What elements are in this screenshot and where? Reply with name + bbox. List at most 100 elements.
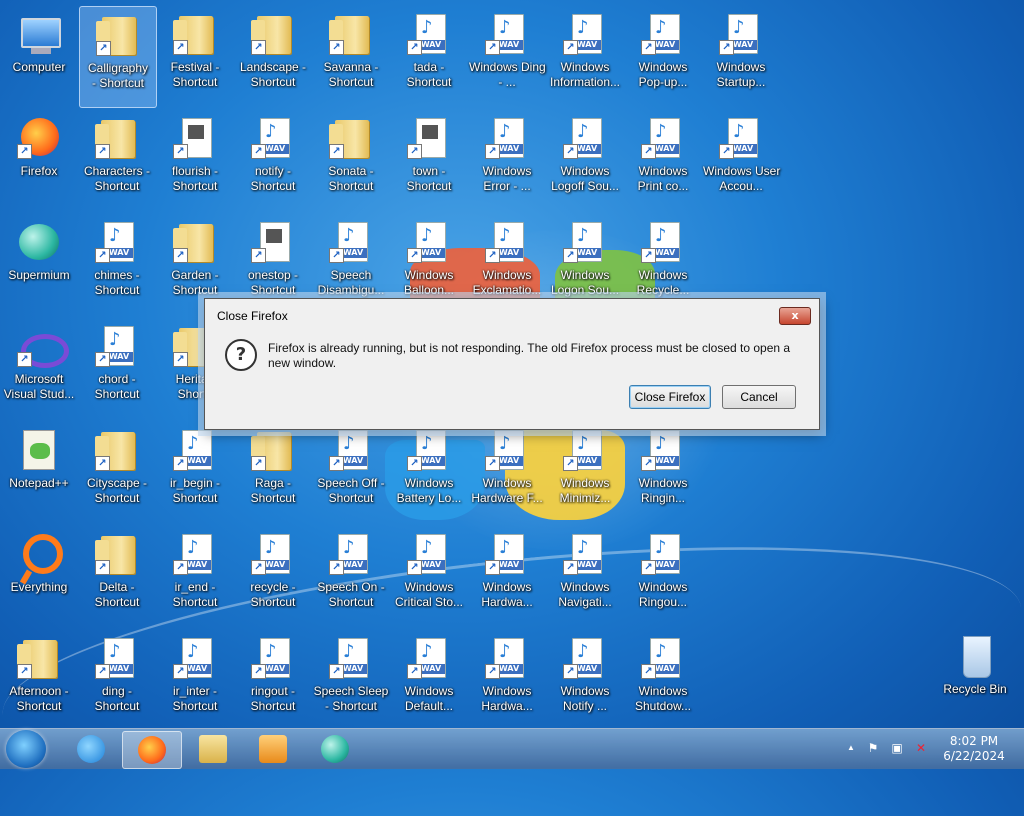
desktop-icon-label: Firefox	[20, 164, 58, 178]
desktop-icon[interactable]: ♪ WAV ↗ Speech Sleep - Shortcut	[313, 630, 389, 730]
desktop-icon-label: Microsoft Visual Stud...	[3, 372, 75, 401]
desktop-icon[interactable]: ↗ Firefox	[1, 110, 77, 210]
desktop-icon-label: Windows Balloon...	[403, 268, 455, 297]
desktop-icon[interactable]: ♪ WAV ↗ Windows Error - ...	[469, 110, 545, 210]
desktop-icon[interactable]: ♪ WAV ↗ notify - Shortcut	[235, 110, 311, 210]
internet-explorer-icon	[77, 735, 105, 763]
shortcut-arrow-icon: ↗	[329, 40, 344, 55]
desktop-icon[interactable]: Everything	[1, 526, 77, 626]
taskbar-supermium[interactable]	[306, 731, 364, 767]
desktop-icon[interactable]: ♪ WAV ↗ Speech Off - Shortcut	[313, 422, 389, 522]
desktop-icon[interactable]: ♪ WAV ↗ chimes - Shortcut	[79, 214, 155, 314]
desktop-icon[interactable]: ↗ Savanna - Shortcut	[313, 6, 389, 106]
shortcut-arrow-icon: ↗	[251, 248, 266, 263]
desktop-icon-label: Windows Battery Lo...	[396, 476, 462, 505]
cancel-button[interactable]: Cancel	[722, 385, 796, 409]
desktop-icon[interactable]: ♪ WAV ↗ Windows Battery Lo...	[391, 422, 467, 522]
shortcut-arrow-icon: ↗	[173, 40, 188, 55]
start-button[interactable]	[6, 730, 46, 768]
desktop-icon-label: ir_inter - Shortcut	[172, 684, 218, 713]
folder-icon: ↗	[93, 530, 141, 578]
audio-file-icon: ♪ WAV ↗	[483, 10, 531, 58]
desktop-icon[interactable]: ♪ WAV ↗ Windows Navigati...	[547, 526, 623, 626]
desktop-icon[interactable]: ↗ Raga - Shortcut	[235, 422, 311, 522]
shortcut-arrow-icon: ↗	[251, 456, 266, 471]
desktop-icon[interactable]: ♪ WAV ↗ ding - Shortcut	[79, 630, 155, 730]
desktop-icon[interactable]: ↗ Delta - Shortcut	[79, 526, 155, 626]
desktop-icon[interactable]: Supermium	[1, 214, 77, 314]
desktop-icon[interactable]: ↗ Calligraphy - Shortcut	[79, 6, 157, 108]
desktop-icon[interactable]: ♪ WAV ↗ Windows Pop-up...	[625, 6, 701, 106]
shortcut-arrow-icon: ↗	[95, 456, 110, 471]
audio-file-icon: ♪ WAV ↗	[483, 530, 531, 578]
dialog-close-button[interactable]: x	[779, 307, 811, 325]
desktop-icon[interactable]: ♪ WAV ↗ Windows Minimiz...	[547, 422, 623, 522]
desktop-icon-label: Windows Ding - ...	[469, 60, 546, 89]
taskbar-media-player[interactable]	[244, 731, 302, 767]
shortcut-arrow-icon: ↗	[17, 352, 32, 367]
shortcut-arrow-icon: ↗	[407, 144, 422, 159]
desktop-icon[interactable]: ♪ WAV ↗ ringout - Shortcut	[235, 630, 311, 730]
desktop-icon[interactable]: ↗ Characters - Shortcut	[79, 110, 155, 210]
desktop-icon[interactable]: ↗ Landscape - Shortcut	[235, 6, 311, 106]
audio-file-icon: ♪ WAV ↗	[561, 218, 609, 266]
audio-file-icon: ♪ WAV ↗	[405, 10, 453, 58]
desktop-icon-label: Calligraphy - Shortcut	[87, 61, 149, 90]
desktop-icon[interactable]: ↗ Sonata - Shortcut	[313, 110, 389, 210]
audio-file-icon: ♪ WAV ↗	[717, 114, 765, 162]
desktop-icon-label: Windows Hardware F...	[471, 476, 543, 505]
audio-file-icon: ♪ WAV ↗	[249, 634, 297, 682]
shortcut-arrow-icon: ↗	[329, 664, 344, 679]
desktop-icon[interactable]: ♪ WAV ↗ Windows User Accou...	[703, 110, 780, 210]
taskbar-firefox[interactable]	[122, 731, 182, 769]
audio-file-icon: ♪ WAV ↗	[327, 218, 375, 266]
desktop-icon-label: town - Shortcut	[406, 164, 452, 193]
close-firefox-button[interactable]: Close Firefox	[629, 385, 711, 409]
show-hidden-icons-icon[interactable]: ▲	[844, 741, 858, 755]
desktop-icon[interactable]: ♪ WAV ↗ Windows Critical Sto...	[391, 526, 467, 626]
desktop-icon[interactable]: ♪ WAV ↗ Speech On - Shortcut	[313, 526, 389, 626]
desktop-icon[interactable]: ♪ WAV ↗ Windows Ringou...	[625, 526, 701, 626]
desktop-icon[interactable]: ↗ town - Shortcut	[391, 110, 467, 210]
shortcut-arrow-icon: ↗	[251, 40, 266, 55]
desktop-icon[interactable]: ♪ WAV ↗ ir_begin - Shortcut	[157, 422, 233, 522]
desktop-icon[interactable]: ♪ WAV ↗ Windows Ringin...	[625, 422, 701, 522]
desktop-icon[interactable]: ↗ flourish - Shortcut	[157, 110, 233, 210]
desktop-icon[interactable]: ♪ WAV ↗ Windows Print co...	[625, 110, 701, 210]
desktop-icon[interactable]: ♪ WAV ↗ Windows Information...	[547, 6, 623, 106]
desktop-icon-label: Landscape - Shortcut	[239, 60, 307, 89]
notepad-plus-plus-icon	[15, 426, 63, 474]
desktop-icon-label: Windows Pop-up...	[638, 60, 688, 89]
desktop-icon[interactable]: ♪ WAV ↗ Windows Hardware F...	[469, 422, 545, 522]
desktop-icon[interactable]: ♪ WAV ↗ ir_inter - Shortcut	[157, 630, 233, 730]
desktop-icon[interactable]: ♪ WAV ↗ tada - Shortcut	[391, 6, 467, 106]
desktop-icon[interactable]: ♪ WAV ↗ Windows Hardwa...	[469, 526, 545, 626]
folder-icon: ↗	[327, 114, 375, 162]
network-icon[interactable]: ▣	[890, 741, 904, 755]
audio-file-icon: ♪ WAV ↗	[561, 426, 609, 474]
desktop-icon[interactable]: ↗ Cityscape - Shortcut	[79, 422, 155, 522]
desktop-icon[interactable]: ♪ WAV ↗ Windows Logoff Sou...	[547, 110, 623, 210]
desktop-icon[interactable]: ♪ WAV ↗ Windows Startup...	[703, 6, 779, 106]
desktop-icon[interactable]: ♪ WAV ↗ Windows Default...	[391, 630, 467, 730]
desktop-icon[interactable]: ↗ Microsoft Visual Stud...	[1, 318, 77, 418]
desktop-icon[interactable]: ♪ WAV ↗ Windows Hardwa...	[469, 630, 545, 730]
clock[interactable]: 8:02 PM 6/22/2024	[932, 734, 1016, 764]
desktop-icon[interactable]: ♪ WAV ↗ chord - Shortcut	[79, 318, 155, 418]
desktop-icon[interactable]: Notepad++	[1, 422, 77, 522]
desktop-icon[interactable]: ♪ WAV ↗ Windows Ding - ...	[469, 6, 546, 106]
desktop-icon[interactable]: ♪ WAV ↗ ir_end - Shortcut	[157, 526, 233, 626]
desktop-icon[interactable]: ↗ Afternoon - Shortcut	[1, 630, 77, 730]
desktop-icon-label: Cityscape - Shortcut	[86, 476, 148, 505]
taskbar-file-explorer[interactable]	[184, 731, 242, 767]
desktop-icon[interactable]: ♪ WAV ↗ recycle - Shortcut	[235, 526, 311, 626]
desktop-icon[interactable]: Computer	[1, 6, 77, 106]
desktop-icon[interactable]: ♪ WAV ↗ Windows Notify ...	[547, 630, 623, 730]
taskbar-internet-explorer[interactable]	[62, 731, 120, 767]
desktop-icon-recycle-bin[interactable]: Recycle Bin	[937, 628, 1013, 728]
action-center-flag-icon[interactable]: ⚑	[866, 741, 880, 755]
desktop-icon[interactable]: ♪ WAV ↗ Windows Shutdow...	[625, 630, 701, 730]
desktop-icon[interactable]: ↗ Festival - Shortcut	[157, 6, 233, 106]
volume-muted-icon[interactable]: ✕	[914, 741, 928, 755]
desktop-icon-label: Windows Notify ...	[560, 684, 610, 713]
